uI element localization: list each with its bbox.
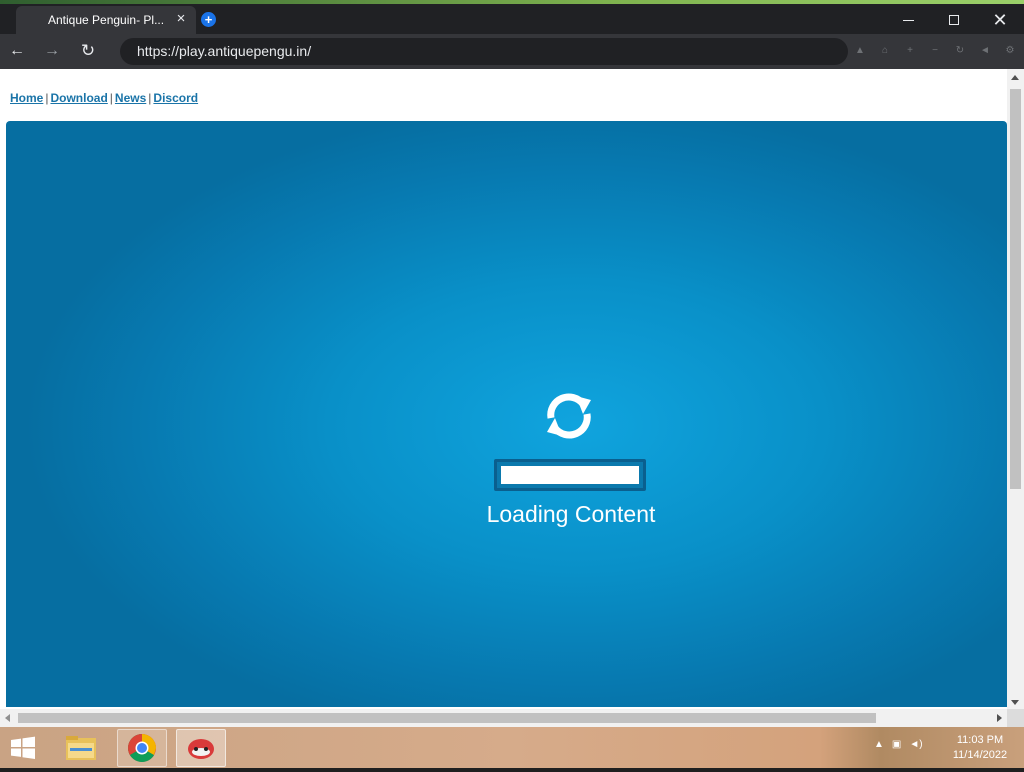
address-bar[interactable]: https://play.antiquepengu.in/	[120, 38, 848, 65]
clock-time: 11:03 PM	[956, 734, 1004, 746]
window-maximize-button[interactable]	[934, 8, 974, 32]
nav-separator: |	[109, 91, 113, 105]
horizontal-scroll-thumb[interactable]	[18, 713, 876, 723]
loading-text: Loading Content	[486, 501, 656, 527]
taskbar-clock[interactable]: 11:03 PM 11/14/2022	[940, 733, 1020, 763]
nav-link-download[interactable]: Download	[50, 91, 107, 105]
nav-link-home[interactable]: Home	[10, 91, 43, 105]
taskbar: ▲ ▣ ◄) 11:03 PM 11/14/2022	[0, 727, 1024, 768]
zoom-in-icon[interactable]: +	[902, 44, 918, 58]
tab-close-icon[interactable]: ×	[174, 11, 188, 26]
window-close-button[interactable]: ✕	[980, 8, 1020, 32]
nav-link-news[interactable]: News	[115, 91, 146, 105]
maximize-icon	[949, 15, 959, 25]
nav-link-discord[interactable]: Discord	[153, 91, 198, 105]
scrollbar-corner	[1007, 709, 1024, 727]
game-canvas[interactable]: Loading Content	[6, 121, 1007, 707]
home-icon[interactable]: ⌂	[877, 44, 893, 58]
scroll-left-arrow-icon[interactable]	[5, 714, 10, 722]
loading-progress-fill	[501, 466, 639, 484]
chrome-taskbar-button[interactable]	[117, 729, 167, 767]
show-hidden-icons-icon[interactable]: ▲	[874, 739, 884, 750]
window-minimize-button[interactable]	[888, 8, 928, 32]
scroll-up-arrow-icon[interactable]	[1011, 75, 1019, 80]
address-bar-url: https://play.antiquepengu.in/	[137, 43, 312, 59]
zoom-out-icon[interactable]: −	[927, 44, 943, 58]
loading-progress-bar	[494, 459, 646, 491]
minimize-icon	[902, 20, 914, 21]
forward-arrow-icon[interactable]: →	[41, 40, 63, 62]
loading-refresh-icon	[547, 393, 591, 439]
scroll-right-arrow-icon[interactable]	[997, 714, 1002, 722]
volume-tray-icon[interactable]: ◄)	[909, 739, 922, 750]
antique-penguin-taskbar-button[interactable]	[176, 729, 226, 767]
browser-toolbar: ← → ↻ https://play.antiquepengu.in/ ▲ ⌂ …	[0, 34, 1024, 69]
volume-icon[interactable]: ◄	[977, 44, 993, 58]
system-tray: ▲ ▣ ◄)	[874, 739, 923, 750]
scroll-down-arrow-icon[interactable]	[1011, 700, 1019, 705]
clock-date: 11/14/2022	[952, 749, 1008, 761]
penguin-app-icon	[188, 739, 214, 759]
vertical-scrollbar[interactable]	[1007, 69, 1024, 709]
windows-start-icon[interactable]	[6, 735, 40, 761]
network-icon[interactable]: ▣	[892, 739, 901, 750]
back-arrow-icon[interactable]: ←	[6, 40, 28, 62]
page-viewport: Home | Download | News | Discord Loading Conte…	[0, 69, 1024, 727]
toolbar-extension-icons: ▲ ⌂ + − ↻ ◄ ⚙	[852, 44, 1018, 60]
refresh-small-icon[interactable]: ↻	[952, 44, 968, 58]
tab-title: Antique Penguin- Pl...	[48, 13, 165, 27]
chrome-icon	[128, 734, 156, 762]
horizontal-scrollbar[interactable]	[0, 709, 1007, 727]
close-icon: ✕	[992, 10, 1008, 30]
eject-icon[interactable]: ▲	[852, 44, 868, 58]
file-explorer-taskbar-button[interactable]	[56, 729, 106, 767]
reload-icon[interactable]: ↻	[77, 40, 99, 62]
new-tab-icon[interactable]: +	[201, 12, 216, 27]
folder-icon	[66, 736, 96, 760]
browser-tab[interactable]: Antique Penguin- Pl...	[16, 6, 196, 34]
vertical-scroll-thumb[interactable]	[1010, 89, 1021, 489]
site-nav: Home | Download | News | Discord	[10, 91, 198, 105]
browser-titlebar: Antique Penguin- Pl... × + ✕	[0, 4, 1024, 34]
settings-icon[interactable]: ⚙	[1002, 44, 1018, 58]
